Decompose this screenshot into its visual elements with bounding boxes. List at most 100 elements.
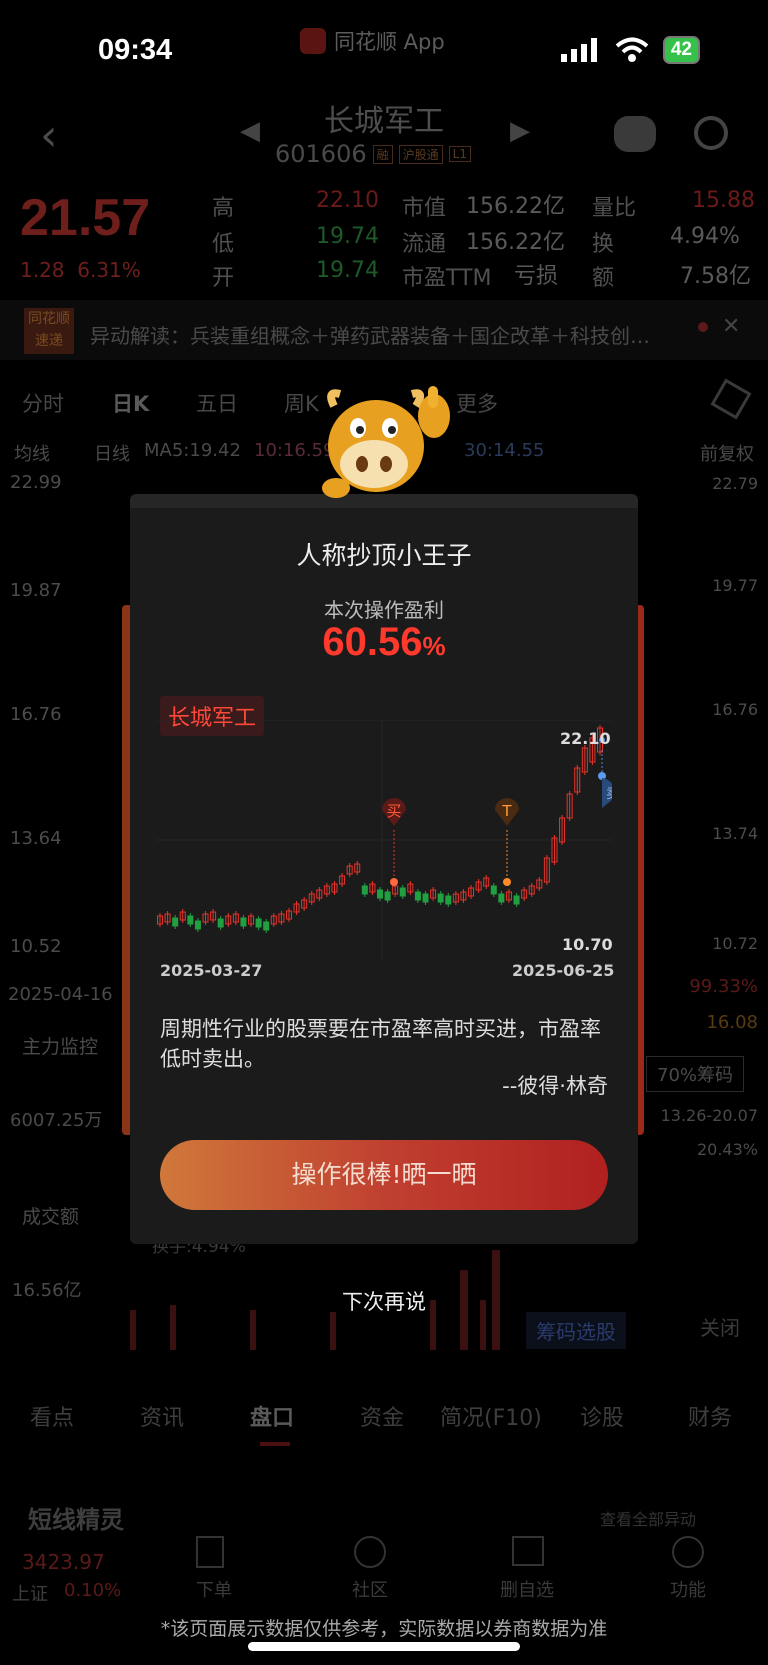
mini-candles: [157, 725, 603, 933]
search-icon[interactable]: [694, 116, 728, 150]
disclaimer: *该页面展示数据仅供参考，实际数据以券商数据为准: [160, 1618, 608, 1640]
quote-val-pe: 亏损: [514, 264, 559, 289]
volume-selector[interactable]: 成交额: [22, 1202, 79, 1229]
tab-more[interactable]: 更多: [456, 388, 498, 418]
quote-key-volratio: 量比: [592, 196, 637, 221]
chip-close-button[interactable]: 关闭: [700, 1312, 740, 1341]
remove-watchlist-icon[interactable]: [512, 1536, 544, 1566]
tab-financials[interactable]: 财务: [688, 1400, 732, 1432]
investment-quote: 周期性行业的股票要在市盈率高时买进，市盈率低时卖出。: [160, 1017, 601, 1071]
status-app-name: 同花顺 App: [334, 30, 445, 54]
quote-key-turnover: 换: [592, 232, 615, 257]
alert-text[interactable]: 异动解读：兵装重组概念＋弹药武器装备＋国企改革＋科技创…: [90, 320, 650, 349]
bg-date: 2025-04-16: [8, 984, 113, 1005]
share-button[interactable]: 操作很棒!晒一晒: [160, 1140, 608, 1210]
alert-close-icon[interactable]: ✕: [722, 314, 740, 339]
quote-key-float: 流通: [402, 232, 447, 257]
next-stock-icon[interactable]: ▶: [510, 116, 530, 146]
dock-community[interactable]: 社区: [352, 1576, 388, 1602]
chip-select-button[interactable]: 筹码选股: [526, 1312, 626, 1349]
signal-icon: [560, 38, 597, 62]
wifi-icon: [615, 37, 649, 62]
mini-date-start: 2025-03-27: [160, 961, 263, 980]
axis-left-tick: 13.64: [10, 828, 62, 849]
tab-weekly-k[interactable]: 周K: [284, 388, 319, 418]
settings-icon[interactable]: [710, 378, 752, 420]
mini-high-label: 22.10: [560, 729, 611, 748]
axis-left-tick: 19.87: [10, 580, 62, 601]
tab-news[interactable]: 资讯: [140, 1400, 184, 1432]
tab-funds[interactable]: 资金: [360, 1400, 404, 1432]
dock-order[interactable]: 下单: [196, 1576, 232, 1602]
t-marker-label: T: [501, 802, 512, 820]
quote-key-pe: 市盈TTM: [402, 266, 492, 291]
axis-right-tick: 19.77: [712, 576, 758, 595]
t-point: [503, 878, 511, 886]
dock-remove-watchlist[interactable]: 删自选: [500, 1576, 554, 1602]
trade-mini-chart: 买 T 卖 22.10 10.70: [156, 720, 612, 960]
monitor-amount: 6007.25万: [10, 1110, 103, 1131]
tab-daily-k[interactable]: 日K: [112, 388, 149, 418]
alert-logo: 同花顺速递: [24, 308, 74, 354]
quote-val-float: 156.22亿: [466, 230, 565, 255]
app-icon: [300, 28, 326, 54]
mini-date-end: 2025-06-25: [512, 961, 615, 980]
quote-val-high: 22.10: [316, 188, 379, 213]
modal-title: 人称抄顶小王子: [296, 541, 472, 570]
mini-low-label: 10.70: [562, 935, 612, 954]
profit-unit: %: [422, 631, 446, 661]
quote-val-open: 19.74: [316, 258, 379, 283]
tab-diagnosis[interactable]: 诊股: [580, 1400, 624, 1432]
axis-right-tick: 13.74: [712, 824, 758, 843]
community-icon[interactable]: [354, 1536, 386, 1568]
tab-highlights[interactable]: 看点: [30, 1400, 74, 1432]
menu-icon[interactable]: [672, 1536, 704, 1568]
tab-order-book[interactable]: 盘口: [250, 1400, 294, 1432]
chip-70-button[interactable]: 70%筹码: [646, 1056, 745, 1092]
home-indicator[interactable]: [248, 1642, 520, 1651]
alert-dot-icon: [698, 322, 708, 332]
chip-avg-cost: 16.08: [706, 1012, 758, 1033]
dock-functions[interactable]: 功能: [670, 1576, 706, 1602]
index-percent: 0.10%: [64, 1580, 122, 1601]
sell-marker-label: 卖: [606, 786, 612, 802]
profit-label: 本次操作盈利: [324, 598, 444, 622]
quote-val-low: 19.74: [316, 224, 379, 249]
axis-left-tick: 10.52: [10, 936, 62, 957]
adjust-label[interactable]: 前复权: [700, 440, 754, 466]
chip-range: 13.26-20.07: [660, 1106, 758, 1125]
chip-profit-ratio: 99.33%: [689, 976, 758, 997]
index-name: 上证: [12, 1584, 48, 1605]
robot-assistant-icon[interactable]: [614, 116, 656, 152]
quote-key-low: 低: [212, 232, 235, 257]
ma30-label: 30:14.55: [464, 440, 545, 461]
quote-val-mktcap: 156.22亿: [466, 194, 565, 219]
index-value[interactable]: 3423.97: [22, 1550, 105, 1574]
quote-author: --彼得·林奇: [502, 1074, 608, 1098]
change-percent: 6.31%: [77, 258, 141, 282]
stock-code-row: 601606 融 沪股通 L1: [275, 140, 471, 168]
tab-timeshare[interactable]: 分时: [22, 388, 64, 418]
buy-marker-label: 买: [386, 802, 401, 820]
quote-key-mktcap: 市值: [402, 196, 447, 221]
current-price: 21.57: [20, 189, 151, 247]
connect-tag: 沪股通: [398, 144, 443, 164]
dismiss-later-link[interactable]: 下次再说: [0, 1286, 768, 1316]
chip-concentration: 20.43%: [696, 1140, 758, 1159]
main-monitor-selector[interactable]: 主力监控: [22, 1032, 98, 1059]
ma-selector[interactable]: 均线: [14, 440, 50, 466]
quote-key-high: 高: [212, 196, 235, 221]
ma5-label: MA5:19.42: [144, 440, 241, 461]
battery-icon: 42: [662, 36, 700, 64]
period-label: 日线: [94, 444, 130, 465]
tab-profile[interactable]: 简况(F10): [440, 1400, 542, 1432]
profit-value: 60.56%: [130, 620, 638, 665]
status-indicators: 42: [560, 36, 700, 64]
quote-key-amount: 额: [592, 266, 615, 291]
margin-tag: 融: [372, 144, 393, 164]
view-all-link[interactable]: 查看全部异动: [600, 1506, 696, 1530]
change-amount: 1.28: [20, 258, 65, 282]
order-icon[interactable]: [196, 1536, 224, 1568]
axis-left-tick: 16.76: [10, 704, 62, 725]
tab-five-day[interactable]: 五日: [196, 388, 238, 418]
